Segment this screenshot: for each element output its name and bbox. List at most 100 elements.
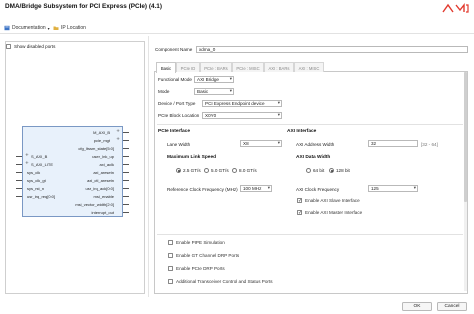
mode-label: Mode <box>158 89 170 94</box>
expand-pcie-mgt-icon[interactable]: + <box>116 137 120 142</box>
signal-user-lnk-up: user_lnk_up <box>92 154 114 159</box>
pin-stub <box>123 164 129 165</box>
pin-stub <box>123 196 129 197</box>
pin-stub <box>16 156 22 157</box>
signal-axi-aresetn: axi_aresetn <box>93 170 114 175</box>
speed-8-0-label: 8.0 GT/s <box>239 168 257 173</box>
signal-msi-enable: msi_enable <box>93 194 114 199</box>
signal-sys-clk: sys_clk <box>27 170 41 175</box>
section-separator <box>157 124 463 125</box>
axi-interface-title: AXI Interface <box>287 129 317 134</box>
documentation-label: Documentation <box>12 25 46 31</box>
ref-clk-freq-label: Reference Clock Frequency (MHz) <box>167 187 238 192</box>
pcie-block-location-select[interactable]: X0Y0 <box>202 112 282 119</box>
enable-axi-slave-option[interactable]: Enable AXI Slave Interface <box>297 198 360 204</box>
enable-pipe-simulation-option[interactable]: Enable PIPE Simulation <box>168 240 225 245</box>
signal-msi-vector-width: msi_vector_width[2:0] <box>75 202 114 207</box>
enable-pcie-drp-checkbox[interactable] <box>168 266 173 271</box>
pin-stub <box>123 180 129 181</box>
additional-transceiver-checkbox[interactable] <box>168 279 173 284</box>
pin-stub <box>123 172 129 173</box>
enable-axi-slave-checkbox[interactable] <box>297 198 302 204</box>
signal-cfg-ltssm-state: cfg_ltssm_state[5:0] <box>78 146 114 151</box>
axi-address-width-range: [32 - 64] <box>421 142 438 147</box>
pin-stub <box>16 164 22 165</box>
section-separator <box>157 234 463 235</box>
speed-2-5-radio[interactable] <box>176 168 181 173</box>
mode-select[interactable]: Basic <box>194 88 234 95</box>
tab-axi-misc[interactable]: AXI : MISC <box>294 62 324 72</box>
pin-stub <box>123 156 129 157</box>
axi-clock-frequency-select[interactable]: 125 <box>368 185 418 192</box>
signal-s-axi-b: S_AXI_B <box>31 154 48 159</box>
ip-location-label: IP Location <box>61 25 86 31</box>
lane-width-label: Lane Width <box>167 142 191 147</box>
pin-stub <box>16 196 22 197</box>
pin-stub <box>123 148 129 149</box>
documentation-button[interactable]: Documentation ▾ <box>4 25 50 31</box>
pin-stub <box>16 188 22 189</box>
cancel-button[interactable]: Cancel <box>437 302 467 311</box>
additional-transceiver-option[interactable]: Additional Transceiver Control and Statu… <box>168 279 273 284</box>
signal-usr-irq-ack: usr_irq_ack[0:0] <box>85 186 114 191</box>
data-width-64-radio[interactable] <box>306 168 311 173</box>
tab-pcie-id[interactable]: PCIe ID <box>176 62 200 72</box>
pin-stub <box>123 140 129 141</box>
speed-8-0-option[interactable]: 8.0 GT/s <box>232 168 257 173</box>
data-width-128-radio[interactable] <box>329 168 334 173</box>
tab-bar: Basic PCIe ID PCIe : BARs PCIe : MISC AX… <box>154 62 468 73</box>
data-width-128-option[interactable]: 128 bit <box>329 168 350 173</box>
pcie-interface-title: PCIe Interface <box>158 129 190 134</box>
enable-axi-slave-label: Enable AXI Slave Interface <box>305 198 360 203</box>
pcie-block-location-label: PCIe Block Location <box>158 113 200 118</box>
signal-usr-irq-req: usr_irq_req[0:0] <box>27 194 56 199</box>
ip-location-button[interactable]: IP Location <box>53 25 86 31</box>
speed-5-0-option[interactable]: 5.0 GT/s <box>204 168 229 173</box>
axi-address-width-label: AXI Address Width <box>296 142 335 147</box>
enable-gt-channel-drp-checkbox[interactable] <box>168 253 173 258</box>
tab-axi-bars[interactable]: AXI : BARs <box>264 62 294 72</box>
max-link-speed-title: Maximum Link Speed <box>167 155 217 160</box>
signal-interrupt-out: interrupt_out <box>91 210 114 215</box>
enable-pcie-drp-label: Enable PCIe DRP Ports <box>176 266 225 271</box>
enable-pipe-simulation-checkbox[interactable] <box>168 240 173 245</box>
pane-divider[interactable] <box>148 36 149 297</box>
scrollbar-thumb[interactable] <box>464 72 467 202</box>
enable-pcie-drp-option[interactable]: Enable PCIe DRP Ports <box>168 266 225 271</box>
expand-m-axi-b-icon[interactable]: + <box>116 129 120 134</box>
axi-clock-frequency-label: AXI Clock Frequency <box>296 187 340 192</box>
signal-sys-rst-n: sys_rst_n <box>27 186 45 191</box>
signal-axi-aclk: axi_aclk <box>99 162 114 167</box>
speed-5-0-label: 5.0 GT/s <box>211 168 229 173</box>
pin-stub <box>16 180 22 181</box>
lane-width-select[interactable]: X8 <box>240 140 282 147</box>
device-port-type-label: Device / Port Type <box>158 101 196 106</box>
data-width-64-label: 64 bit <box>313 168 325 173</box>
enable-pipe-simulation-label: Enable PIPE Simulation <box>176 240 225 245</box>
data-width-128-label: 128 bit <box>336 168 350 173</box>
expand-s-axi-lite-icon[interactable]: + <box>25 161 29 166</box>
ref-clk-freq-select[interactable]: 100 MHz <box>240 185 272 192</box>
tab-pcie-misc[interactable]: PCIe : MISC <box>232 62 264 72</box>
amd-logo-icon <box>442 3 469 13</box>
enable-axi-master-checkbox[interactable] <box>297 210 302 216</box>
ok-button[interactable]: OK <box>402 302 432 311</box>
signal-m-axi-b: M_AXI_B <box>93 130 110 135</box>
window-title: DMA/Bridge Subsystem for PCI Express (PC… <box>5 3 162 10</box>
enable-gt-channel-drp-label: Enable GT Channel DRP Ports <box>176 253 240 258</box>
enable-gt-channel-drp-option[interactable]: Enable GT Channel DRP Ports <box>168 253 239 258</box>
pin-stub <box>123 132 129 133</box>
signal-axi-ctl-aresetn: axi_ctl_aresetn <box>87 178 114 183</box>
expand-s-axi-b-icon[interactable]: + <box>25 153 29 158</box>
device-port-type-select[interactable]: PCI Express Endpoint device <box>202 100 282 107</box>
component-name-input[interactable]: xdma_0 <box>196 46 468 53</box>
speed-2-5-option[interactable]: 2.5 GT/s <box>176 168 201 173</box>
functional-mode-select[interactable]: AXI Bridge <box>194 76 234 83</box>
data-width-64-option[interactable]: 64 bit <box>306 168 324 173</box>
speed-5-0-radio[interactable] <box>204 168 209 173</box>
speed-8-0-radio[interactable] <box>232 168 237 173</box>
tab-pcie-bars[interactable]: PCIe : BARs <box>200 62 232 72</box>
axi-address-width-input[interactable]: 32 <box>368 140 418 147</box>
enable-axi-master-option[interactable]: Enable AXI Master Interface <box>297 210 362 216</box>
component-name-label: Component Name <box>155 47 193 52</box>
